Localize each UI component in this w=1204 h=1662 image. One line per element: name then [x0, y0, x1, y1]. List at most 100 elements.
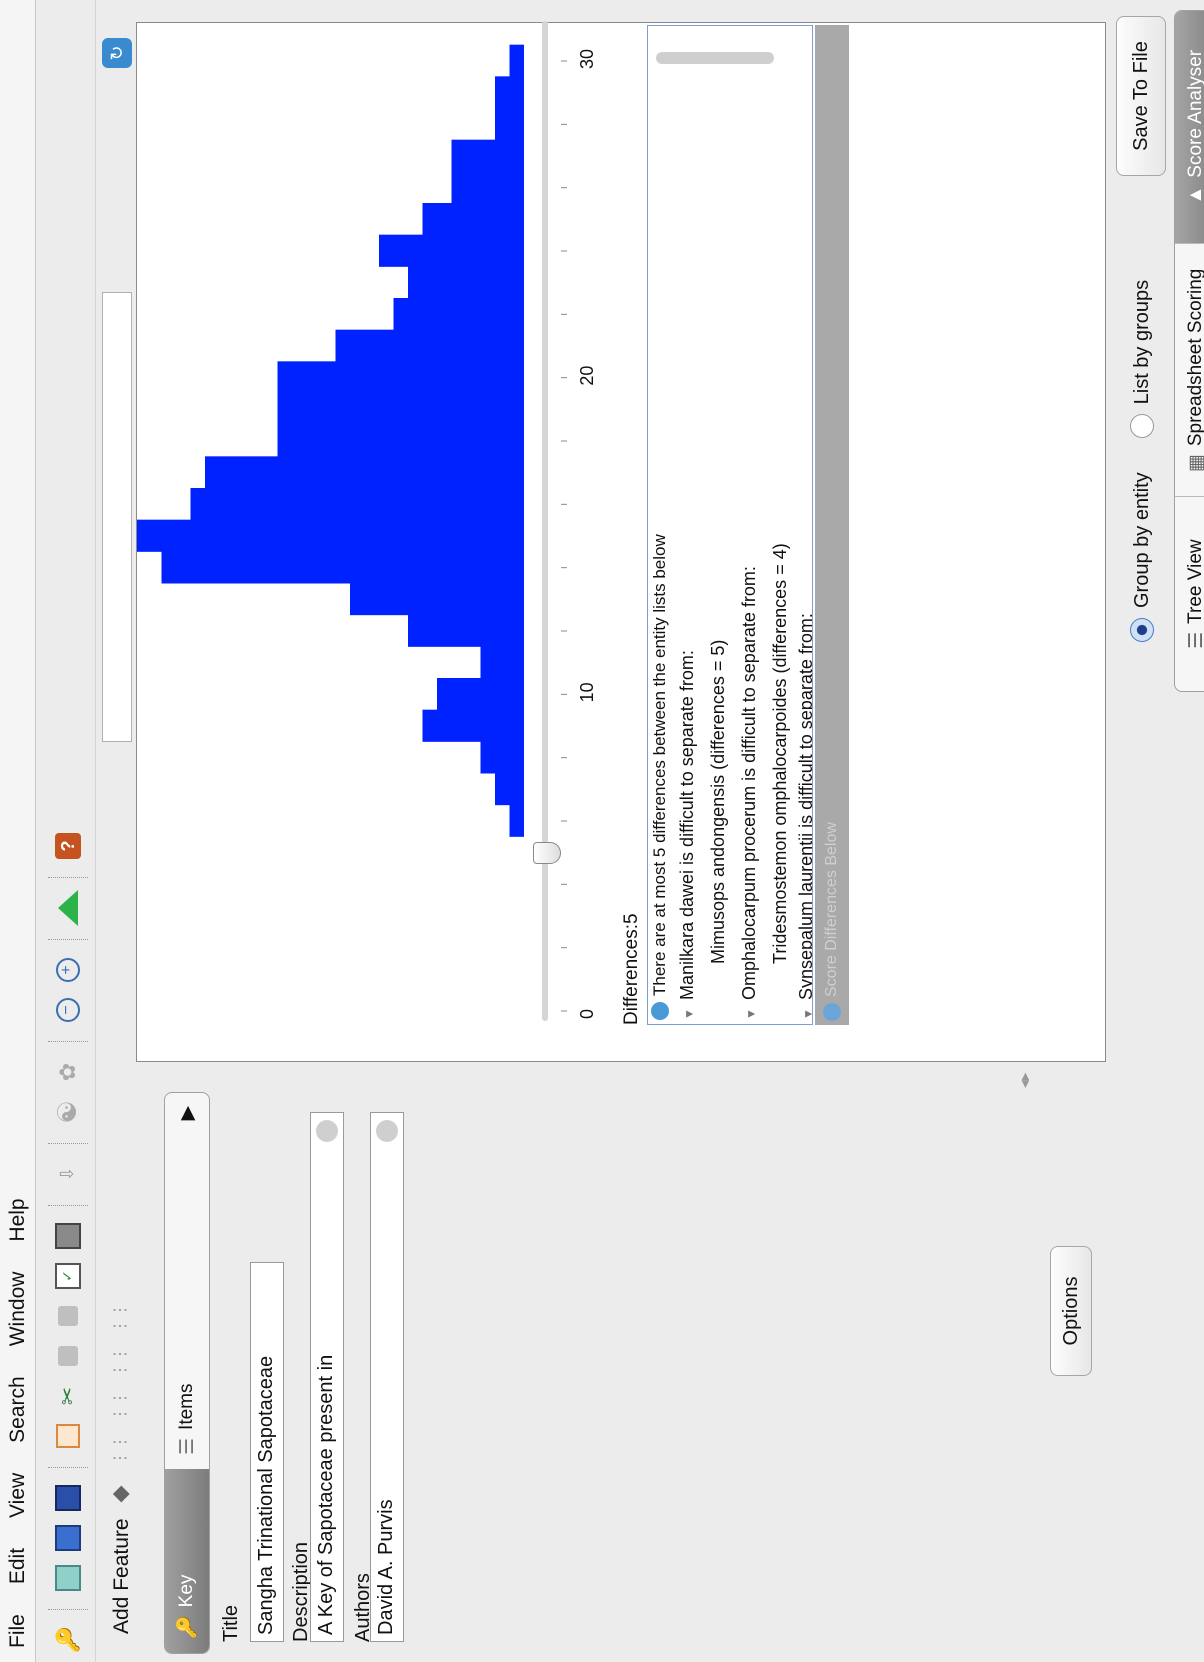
results-panel: There are at most 5 differences between …	[647, 25, 813, 1025]
save-icon[interactable]	[50, 1520, 86, 1556]
help-icon[interactable]: ?	[50, 828, 86, 864]
features-icon[interactable]: ◆	[102, 1476, 138, 1512]
tree-row-text: Tridesmostemon omphalocarpoides (differe…	[770, 543, 790, 964]
toolbar: 🔑 ✂ ✓ ⇩ ☯ ✿ − + ?	[40, 0, 96, 1662]
paste-icon[interactable]	[50, 1338, 86, 1374]
score-differences-header[interactable]: Score Differences Below	[815, 25, 849, 1025]
menu-edit[interactable]: Edit	[6, 1548, 30, 1584]
grid-icon: ▦	[1185, 454, 1204, 472]
add-feature-label: Add Feature	[110, 1518, 133, 1634]
differences-slider-thumb[interactable]	[533, 841, 561, 864]
tree-row[interactable]: ▼Omphalocarpum procerum is difficult to …	[734, 26, 765, 1024]
tick-label: 0	[577, 1008, 597, 1019]
histogram-bar	[137, 519, 524, 552]
title-label: Title	[220, 1604, 242, 1642]
tab-items[interactable]: ☰ Items	[165, 1133, 209, 1469]
delete-icon[interactable]	[50, 1298, 86, 1334]
right-panel: ↻ 0 10 20 30 Differences:5 There are at mos…	[100, 0, 1204, 1072]
menu-bar: File Edit View Search Window Help	[0, 0, 36, 1662]
slider-tick-labels: 0 10 20 30	[577, 21, 601, 1061]
disclosure-triangle-icon[interactable]: ▼	[799, 1000, 812, 1020]
menu-view[interactable]: View	[6, 1473, 30, 1518]
histogram-bar	[205, 456, 524, 489]
tab-menu-arrow[interactable]: ▶	[165, 1093, 209, 1133]
run-icon[interactable]	[50, 890, 86, 926]
histogram-bar	[451, 171, 524, 204]
histogram-bar	[408, 266, 524, 299]
tab-key[interactable]: 🔑 Key	[165, 1469, 209, 1653]
tree-row[interactable]: Tridesmostemon omphalocarpoides (differe…	[765, 26, 796, 1024]
menu-file[interactable]: File	[6, 1614, 30, 1648]
feature-toolbar: ◆ ⋮⋮ ⋮⋮ ⋮⋮ ⋮⋮	[102, 1300, 138, 1512]
menu-help[interactable]: Help	[6, 1198, 30, 1241]
add-state-icon[interactable]: ⋮⋮	[102, 1432, 138, 1468]
save-as-icon[interactable]	[50, 1480, 86, 1516]
search-field[interactable]	[102, 292, 132, 742]
histogram-bar	[277, 393, 524, 426]
copy-icon[interactable]	[50, 1418, 86, 1454]
key-icon: 🔑	[177, 1615, 198, 1639]
save-to-file-button[interactable]: Save To File	[1116, 16, 1166, 176]
add-numeric-icon[interactable]: ⋮⋮	[102, 1388, 138, 1424]
cut-icon[interactable]: ✂	[50, 1378, 86, 1414]
taxon-icon[interactable]: ✿	[50, 1054, 86, 1090]
app-window: File Edit View Search Window Help 🔑 ✂ ✓ …	[0, 0, 1204, 1662]
authors-scrollbar[interactable]	[376, 1120, 398, 1142]
refresh-icon[interactable]: ↻	[102, 38, 132, 68]
grouping-radio-group: Group by entity List by groups	[1130, 280, 1154, 642]
left-panel: Add Feature ◆ ⋮⋮ ⋮⋮ ⋮⋮ ⋮⋮ 🔑 Key ☰ Items …	[100, 1082, 1204, 1662]
menu-window[interactable]: Window	[6, 1272, 30, 1347]
histogram-chart	[137, 44, 567, 1012]
list-icon[interactable]	[50, 1218, 86, 1254]
summary-text: There are at most 5 differences between …	[650, 534, 669, 996]
expand-icon[interactable]: +	[50, 952, 86, 988]
histogram-bar	[480, 741, 524, 774]
tree-row-text: Synsepalum laurentii is difficult to sep…	[796, 613, 812, 1000]
find-icon[interactable]: ☯	[50, 1094, 86, 1130]
authors-field[interactable]: David A. Purvis	[370, 1112, 404, 1642]
score-differences-panel	[849, 25, 1099, 1025]
add-text-icon[interactable]: ⋮⋮	[102, 1344, 138, 1380]
description-scrollbar[interactable]	[316, 1120, 338, 1142]
menu-search[interactable]: Search	[6, 1376, 30, 1443]
histogram-bar	[190, 488, 524, 521]
tick-label: 30	[577, 48, 597, 69]
new-key-icon[interactable]: 🔑	[50, 1622, 86, 1658]
group-by-entity-radio[interactable]	[1130, 618, 1154, 642]
disclosure-triangle-icon[interactable]: ▼	[737, 1000, 766, 1020]
add-group-icon[interactable]: ⋮⋮	[102, 1300, 138, 1336]
tab-tree-view[interactable]: ☰ Tree View	[1175, 496, 1204, 691]
list-by-groups-radio[interactable]	[1130, 414, 1154, 439]
histogram-bar	[451, 139, 524, 172]
tree-row[interactable]: ▼Manilkara dawei is difficult to separat…	[672, 26, 703, 1024]
sort-az-icon[interactable]: ⇩	[50, 1156, 86, 1192]
histogram-bar	[422, 709, 524, 742]
tab-score-analyser[interactable]: ▲ Score Analyser	[1175, 11, 1204, 244]
options-button[interactable]: Options	[1050, 1246, 1092, 1376]
collapse-icon[interactable]: −	[50, 992, 86, 1028]
tree-row-text: Omphalocarpum procerum is difficult to s…	[739, 566, 759, 1000]
tree-row[interactable]: Mimusops andongensis (differences = 5)	[703, 26, 734, 1024]
items-icon: ☰	[176, 1437, 198, 1455]
histogram-bar	[350, 582, 524, 616]
title-field[interactable]: Sangha Trinational Sapotaceae	[250, 1262, 284, 1642]
chart-area: 0 10 20 30 Differences:5 There are at most …	[136, 21, 1106, 1062]
tab-spreadsheet-scoring[interactable]: ▦ Spreadsheet Scoring	[1175, 243, 1204, 497]
splitter-handle[interactable]: ◀▶	[1020, 1073, 1031, 1088]
histogram-bar	[277, 424, 524, 457]
disclosure-triangle-icon[interactable]: ▼	[675, 1000, 704, 1020]
histogram-bar	[509, 804, 524, 837]
bottom-tabs: ☰ Tree View ▦ Spreadsheet Scoring ▲ Scor…	[1174, 10, 1204, 692]
tree-row[interactable]: ▼Synsepalum laurentii is difficult to se…	[796, 26, 812, 1024]
histogram-bar	[437, 677, 524, 711]
left-tabs: 🔑 Key ☰ Items ▶	[164, 1092, 210, 1654]
description-field[interactable]: A Key of Sapotaceae present in	[310, 1112, 344, 1642]
check-icon[interactable]: ✓	[50, 1258, 86, 1294]
open-icon[interactable]	[50, 1560, 86, 1596]
histogram-bar	[495, 773, 524, 806]
histogram-bar	[480, 646, 524, 679]
results-scrollbar[interactable]	[656, 52, 774, 64]
histogram-bar	[495, 76, 524, 109]
tick-label: 20	[577, 365, 597, 386]
differences-slider-track[interactable]	[542, 21, 548, 1021]
